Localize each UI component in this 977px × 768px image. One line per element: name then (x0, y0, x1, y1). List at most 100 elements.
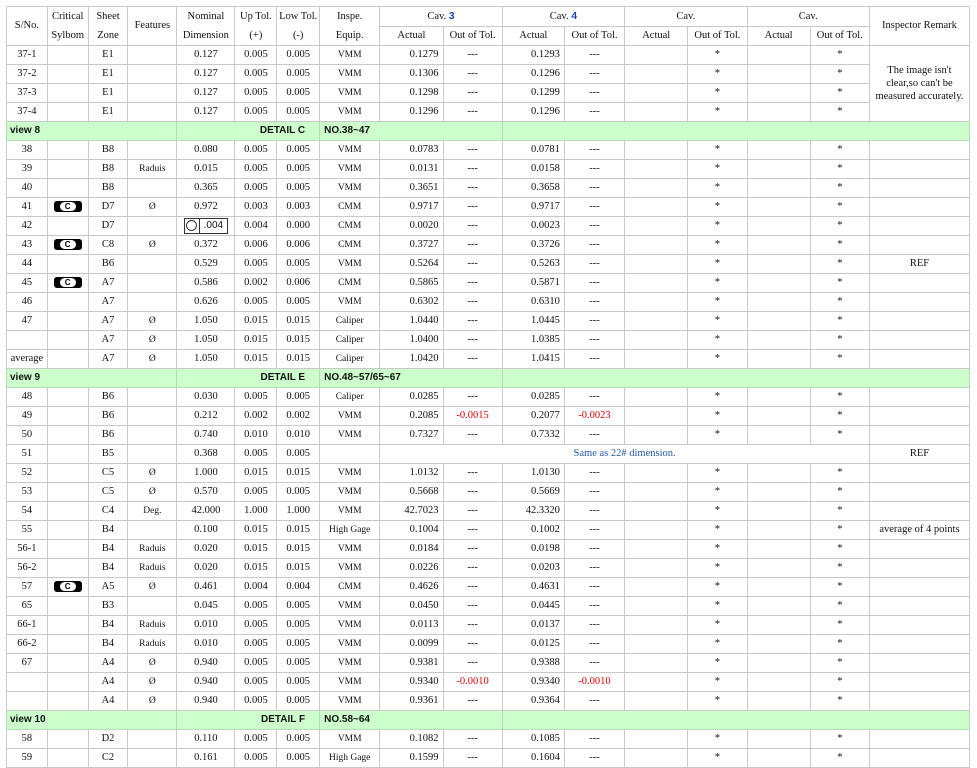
sno-cell: 67 (6, 653, 48, 673)
zone-cell: A7 (87, 330, 129, 350)
features-cell: Ø (127, 482, 178, 502)
cav6-actual-cell (746, 178, 811, 198)
header-features: Features (127, 6, 178, 46)
zone-cell: C5 (87, 482, 129, 502)
cav6-actual-cell (746, 292, 811, 312)
cav6-actual-cell (746, 615, 811, 635)
detail-range: NO.58~64 (319, 710, 503, 730)
cav3-oot-cell: --- (442, 140, 503, 160)
zone-cell: A7 (87, 292, 129, 312)
features-cell: Ø (127, 577, 178, 597)
cav6-actual-cell (746, 311, 811, 331)
sno-cell: 37-1 (6, 45, 48, 65)
cav5-actual-cell (624, 729, 689, 749)
sno-cell: 41 (6, 197, 48, 217)
cav5-oot-cell: * (687, 349, 748, 369)
features-cell: Raduis (127, 539, 178, 559)
low-tol-cell: 0.005 (276, 159, 321, 179)
cav6-actual-cell (746, 596, 811, 616)
cav4-actual-cell: 0.0125 (501, 634, 565, 654)
up-tol-cell: 0.005 (234, 292, 278, 312)
cav6-actual-cell (746, 273, 811, 293)
cav5-actual-cell (624, 482, 689, 502)
cav5-oot-cell: * (687, 216, 748, 236)
remark-cell (868, 273, 971, 293)
zone-cell: B6 (87, 387, 129, 407)
zone-cell: D7 (87, 216, 129, 236)
nominal-cell: 0.368 (176, 444, 236, 464)
cav5-actual-cell (624, 83, 689, 103)
nominal-cell: 0.030 (176, 387, 236, 407)
low-tol-cell: 0.015 (276, 349, 321, 369)
cav4-oot-cell: --- (563, 558, 626, 578)
critical-c-letter: C (59, 278, 76, 288)
cav4-oot-cell: --- (563, 64, 626, 84)
cav3-oot-cell: --- (442, 235, 503, 255)
features-cell (127, 292, 178, 312)
sno-cell: 37-3 (6, 83, 48, 103)
table-row: 53 C5 Ø 0.570 0.005 0.005 VMM 0.5668 --- 0.5669 --… (6, 482, 971, 502)
cav3-actual-cell: 0.0450 (379, 596, 444, 616)
cav4-oot-cell: --- (563, 520, 626, 540)
up-tol-cell: 0.005 (234, 596, 278, 616)
zone-cell: C2 (87, 748, 129, 768)
cav6-actual-cell (746, 520, 811, 540)
features-cell: Ø (127, 197, 178, 217)
critical-symbol-cell (46, 425, 89, 445)
features-cell: Deg. (127, 501, 178, 521)
cav6-oot-cell: * (809, 178, 870, 198)
features-cell (127, 596, 178, 616)
low-tol-cell: 0.005 (276, 45, 321, 65)
up-tol-cell: 0.015 (234, 311, 278, 331)
remark-cell (868, 501, 971, 521)
nominal-cell: 0.626 (176, 292, 236, 312)
cav6-oot-cell: * (809, 83, 870, 103)
cav4-oot-cell: --- (563, 178, 626, 198)
nominal-cell: 0.940 (176, 653, 236, 673)
header-sno: S/No. (6, 6, 48, 46)
cav3-oot-cell: --- (442, 311, 503, 331)
up-tol-cell: 1.000 (234, 501, 278, 521)
cav3-actual-cell: 1.0440 (379, 311, 444, 331)
cav3-oot-cell: --- (442, 634, 503, 654)
equip-cell: VMM (319, 45, 381, 65)
cav5-actual-cell (624, 615, 689, 635)
cav6-oot-cell: * (809, 634, 870, 654)
cav6-actual-cell (746, 83, 811, 103)
header-row-1: S/No. Critical Sheet Features Nominal Up… (6, 6, 971, 46)
cav5-actual-cell (624, 102, 689, 122)
zone-cell: B4 (87, 539, 129, 559)
cav6-actual-cell (746, 691, 811, 711)
cav3-actual-cell: 0.1296 (379, 102, 444, 122)
cav6-oot-cell: * (809, 235, 870, 255)
header-cav-4: Cav. 4 (501, 6, 626, 27)
cav3-actual-cell: 0.1298 (379, 83, 444, 103)
cav6-oot-cell: * (809, 482, 870, 502)
nominal-cell: 0.045 (176, 596, 236, 616)
nominal-cell: 1.000 (176, 463, 236, 483)
cav4-oot-cell: --- (563, 273, 626, 293)
equip-cell: VMM (319, 102, 381, 122)
cav3-oot-cell: --- (442, 748, 503, 768)
table-row: 44 B6 0.529 0.005 0.005 VMM 0.5264 --- 0.5263 ---… (6, 254, 971, 274)
cav5-actual-cell (624, 292, 689, 312)
up-tol-cell: 0.005 (234, 102, 278, 122)
remark-cell (868, 197, 971, 217)
remark-cell (868, 406, 971, 426)
features-cell (127, 254, 178, 274)
cav4-oot-cell: --- (563, 197, 626, 217)
up-tol-cell: 0.005 (234, 482, 278, 502)
view-section-row: view 9 DETAIL E NO.48~57/65~67 (5, 368, 971, 388)
cav6-oot-cell: * (809, 292, 870, 312)
remark-cell (868, 729, 971, 749)
critical-symbol-cell (46, 558, 89, 578)
zone-cell: B8 (87, 159, 129, 179)
header-inspe: Inspe. (319, 6, 381, 27)
up-tol-cell: 0.015 (234, 520, 278, 540)
zone-cell: A7 (87, 349, 129, 369)
cav-label: Cav. (427, 11, 447, 22)
cav5-actual-cell (624, 501, 689, 521)
cav5-actual-cell (624, 596, 689, 616)
cav3-actual-cell: 0.0184 (379, 539, 444, 559)
nominal-cell: 0.127 (176, 64, 236, 84)
